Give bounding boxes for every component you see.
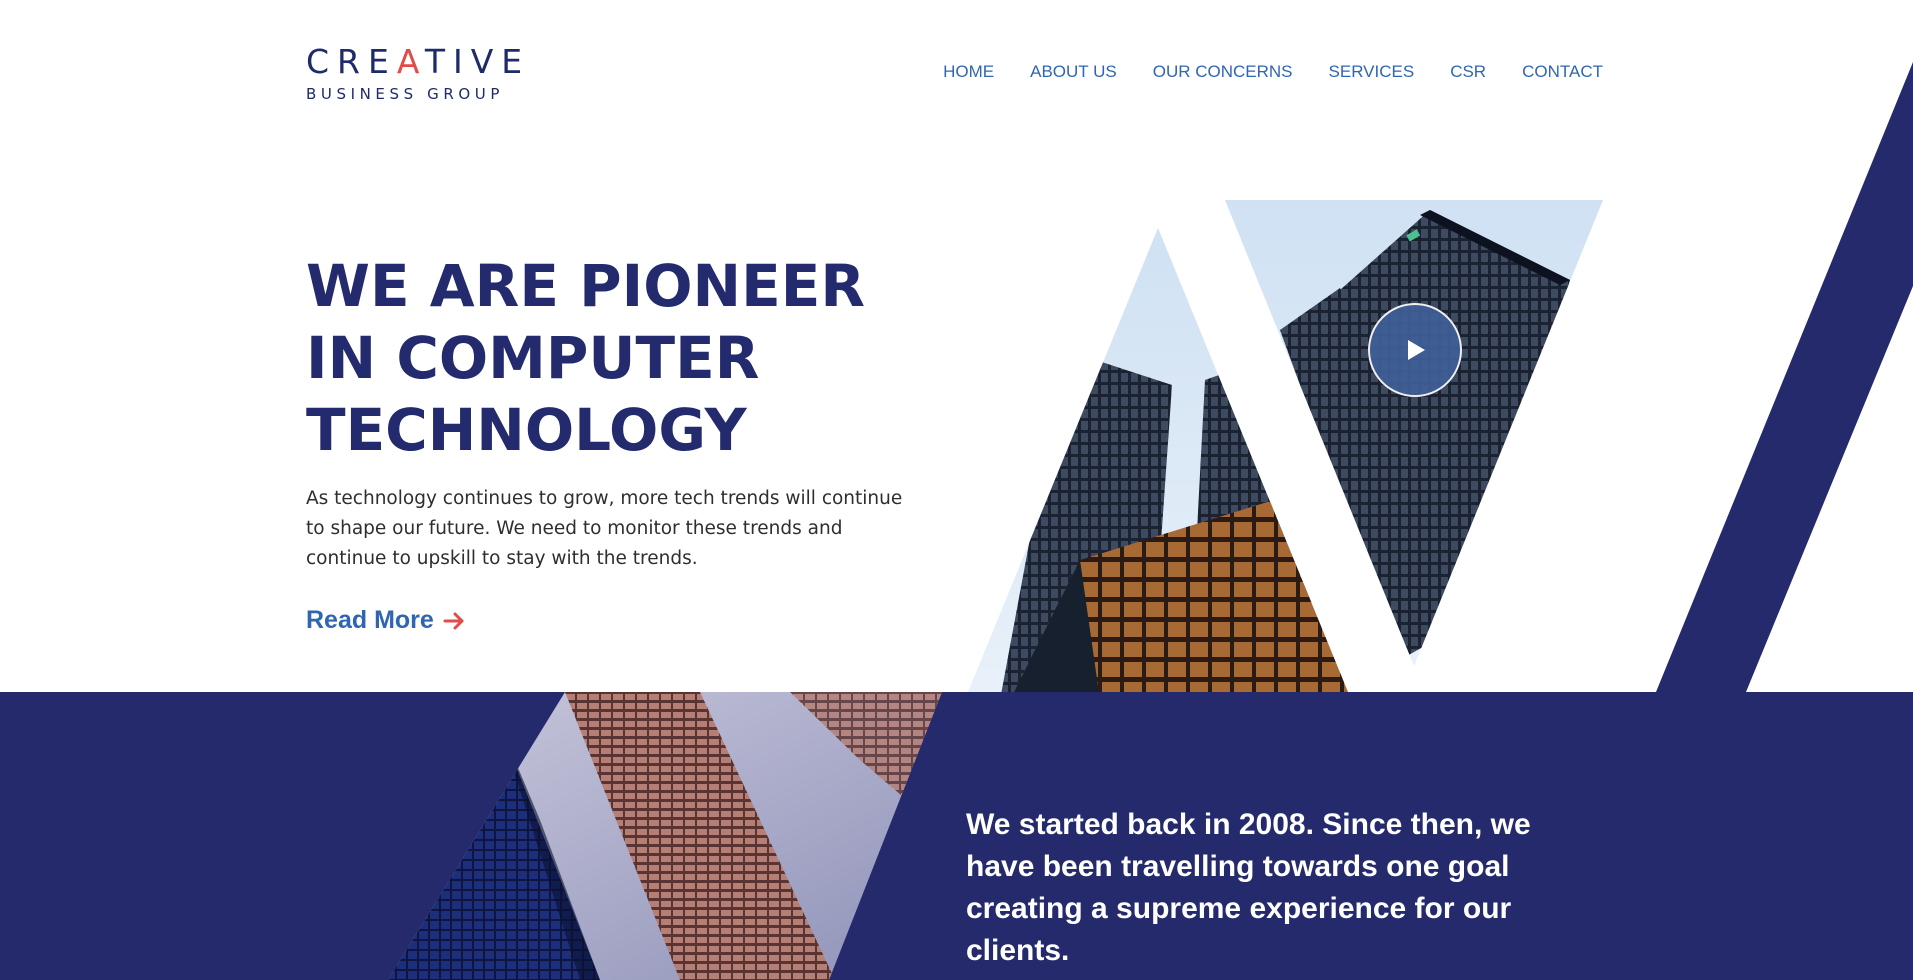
navy-band bbox=[0, 692, 1913, 980]
logo-wordmark: CREATIVE bbox=[306, 42, 531, 81]
hero-image-right bbox=[1225, 200, 1603, 666]
nav-home[interactable]: HOME bbox=[943, 62, 994, 82]
nav-csr[interactable]: CSR bbox=[1450, 62, 1486, 82]
nav-our-concerns[interactable]: OUR CONCERNS bbox=[1153, 62, 1293, 82]
play-video-button[interactable] bbox=[1368, 303, 1462, 397]
arrow-right-icon bbox=[443, 612, 464, 629]
hero-description: As technology continues to grow, more te… bbox=[306, 488, 903, 569]
logo-accent-letter: A bbox=[396, 42, 425, 81]
nav-services[interactable]: SERVICES bbox=[1329, 62, 1415, 82]
nav-about-us[interactable]: ABOUT US bbox=[1030, 62, 1117, 82]
nav-contact[interactable]: CONTACT bbox=[1522, 62, 1603, 82]
page: CREATIVE BUSINESS GROUP HOME ABOUT US OU… bbox=[0, 0, 1913, 980]
lower-image bbox=[388, 692, 942, 980]
intro-statement: We started back in 2008. Since then, we … bbox=[966, 808, 1531, 967]
read-more-link[interactable]: Read More bbox=[306, 606, 465, 635]
hero-image-left bbox=[968, 228, 1348, 692]
main-nav: HOME ABOUT US OUR CONCERNS SERVICES CSR … bbox=[943, 62, 1603, 82]
read-more-label: Read More bbox=[306, 606, 434, 634]
hero-title: WE ARE PIONEER IN COMPUTER TECHNOLOGY bbox=[306, 252, 865, 464]
logo[interactable]: CREATIVE BUSINESS GROUP bbox=[306, 42, 531, 104]
hero-artwork bbox=[0, 62, 1913, 980]
diagonal-stripe bbox=[1656, 62, 1913, 692]
logo-tagline: BUSINESS GROUP bbox=[306, 85, 505, 103]
